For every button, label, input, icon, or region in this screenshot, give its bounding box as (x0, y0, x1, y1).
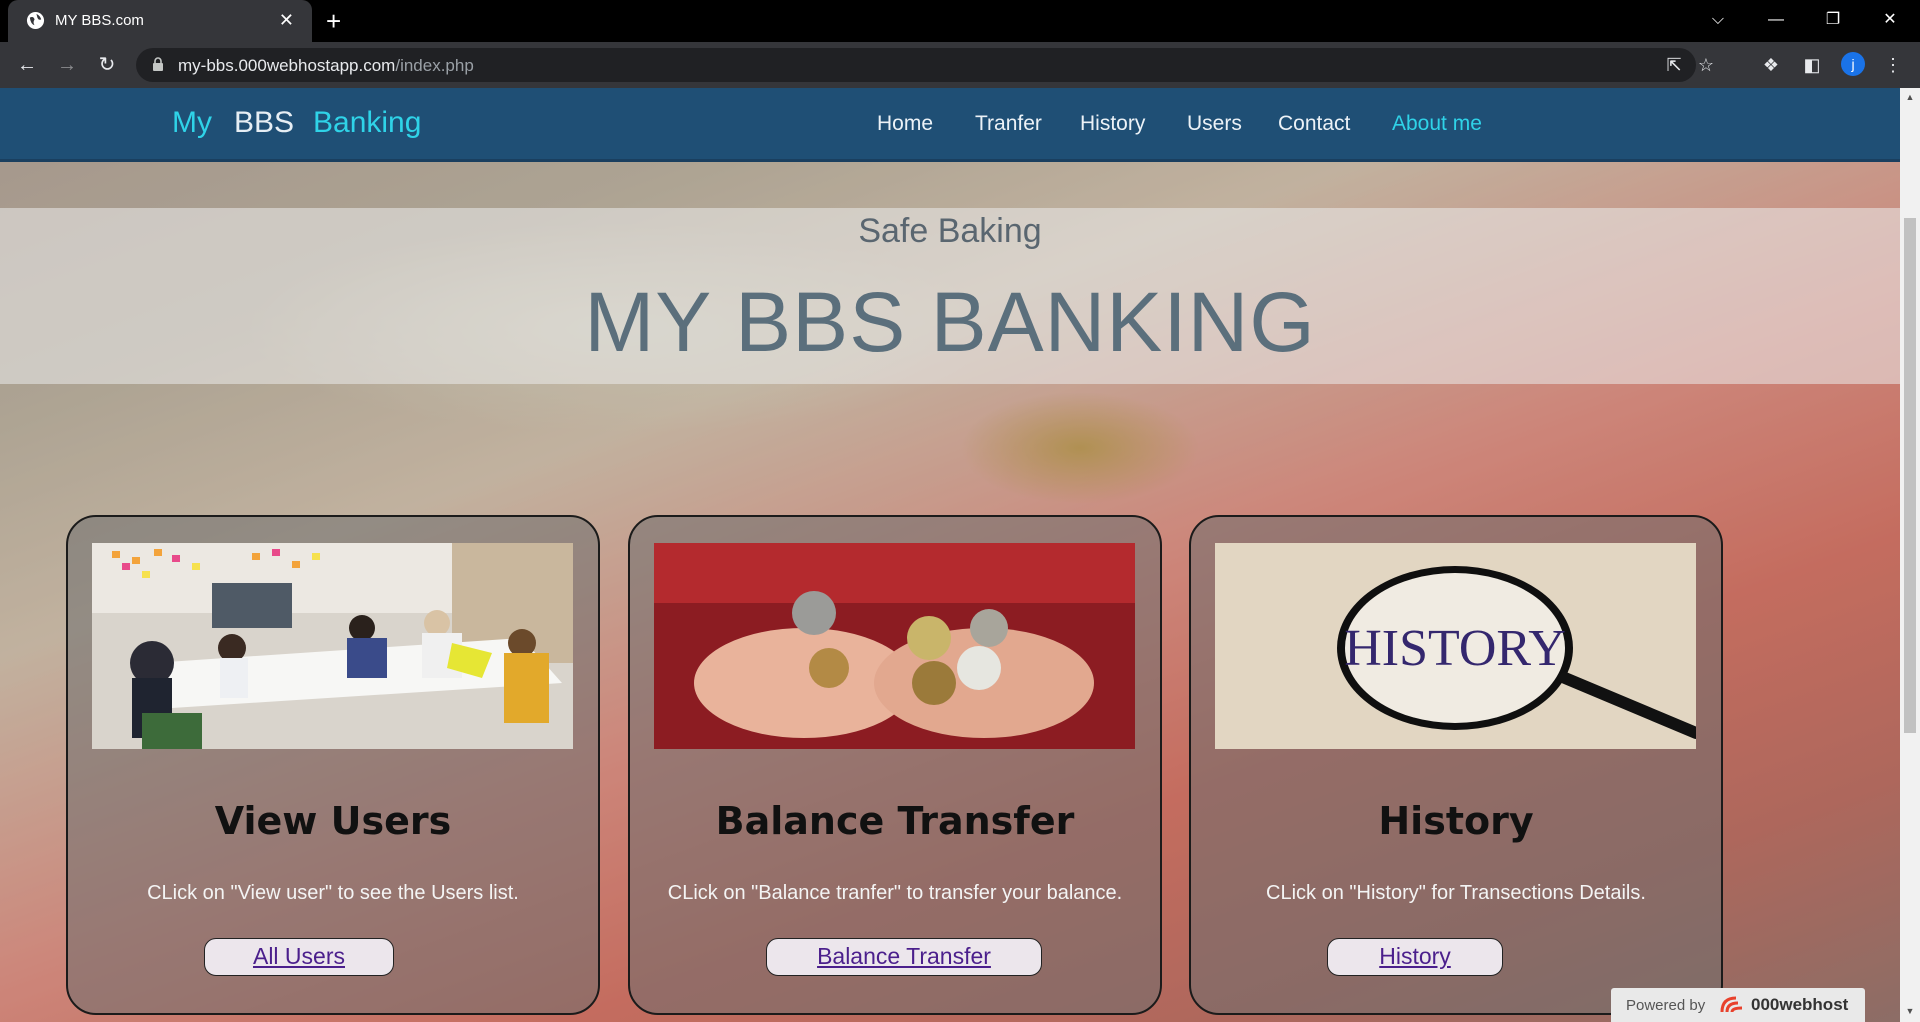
card-balance-transfer: Balance Transfer CLick on "Balance tranf… (628, 515, 1162, 1015)
profile-avatar[interactable]: j (1841, 52, 1865, 76)
menu-icon[interactable]: ⋮ (1881, 53, 1905, 77)
minimize-icon[interactable]: — (1748, 0, 1804, 42)
brand-banking[interactable]: Banking (313, 106, 421, 140)
history-button[interactable]: History (1327, 938, 1503, 976)
lock-icon (153, 57, 163, 71)
history-magnifier-text: HISTORY (1344, 620, 1566, 677)
nav-users[interactable]: Users (1187, 112, 1242, 136)
nav-contact[interactable]: Contact (1278, 112, 1350, 136)
card-title: Balance Transfer (715, 799, 1075, 843)
share-icon[interactable]: ⇱ (1662, 54, 1686, 78)
nav-about-me[interactable]: About me (1392, 112, 1482, 136)
globe-icon (26, 11, 45, 30)
address-bar[interactable]: my-bbs.000webhostapp.com/index.php ⇱ ☆ (136, 48, 1714, 82)
card-text: CLick on "View user" to see the Users li… (147, 882, 519, 904)
browser-toolbar: ← → ↻ my-bbs.000webhostapp.com/index.php… (0, 42, 1920, 88)
card-text: CLick on "Balance tranfer" to transfer y… (667, 882, 1123, 904)
browser-tab[interactable]: MY BBS.com ✕ (8, 0, 312, 42)
webhost-logo-icon (1720, 996, 1743, 1013)
all-users-button[interactable]: All Users (204, 938, 394, 976)
tab-search-icon[interactable]: ⌵ (1690, 0, 1746, 42)
restore-icon[interactable]: ❐ (1805, 0, 1861, 42)
scroll-down-icon[interactable]: ▼ (1900, 1006, 1920, 1016)
back-icon[interactable]: ← (13, 51, 41, 79)
balance-transfer-button[interactable]: Balance Transfer (766, 938, 1042, 976)
reload-icon[interactable]: ↻ (93, 51, 121, 79)
powered-by-brand: 000webhost (1751, 995, 1849, 1014)
nav-home[interactable]: Home (877, 112, 933, 136)
nav-history[interactable]: History (1080, 112, 1145, 136)
nav-transfer[interactable]: Tranfer (975, 112, 1042, 136)
url-text[interactable]: my-bbs.000webhostapp.com/index.php (178, 56, 474, 76)
window-close-icon[interactable]: ✕ (1862, 0, 1918, 42)
page-scrollbar[interactable]: ▲ ▼ (1900, 88, 1920, 1022)
coins-in-hands-image (654, 543, 1135, 749)
hero-title: MY BBS BANKING (584, 275, 1316, 369)
brand-my[interactable]: My (172, 106, 212, 140)
card-view-users: View Users CLick on "View user" to see t… (66, 515, 600, 1015)
powered-by-label: Powered by (1626, 997, 1706, 1014)
brand-bbs[interactable]: BBS (234, 106, 294, 140)
scrollbar-thumb[interactable] (1904, 218, 1916, 733)
scroll-up-icon[interactable]: ▲ (1900, 92, 1920, 102)
office-team-image (92, 543, 573, 749)
forward-icon[interactable]: → (53, 51, 81, 79)
card-title: View Users (214, 799, 452, 843)
side-panel-icon[interactable]: ◧ (1800, 53, 1824, 77)
tab-close-icon[interactable]: ✕ (279, 10, 294, 30)
url-path: /index.php (395, 56, 474, 75)
extensions-icon[interactable]: ❖ (1759, 53, 1783, 77)
site-navbar: My BBS Banking Home Tranfer History User… (0, 88, 1900, 162)
new-tab-icon[interactable]: + (326, 8, 341, 34)
bookmark-star-icon[interactable]: ☆ (1694, 54, 1718, 78)
tab-strip: MY BBS.com ✕ + ⌵ — ❐ ✕ (0, 0, 1920, 42)
card-text: CLick on "History" for Transections Deta… (1266, 882, 1646, 904)
card-title: History (1378, 799, 1534, 843)
tab-title: MY BBS.com (55, 12, 144, 29)
card-history: HISTORY History CLick on "History" for T… (1189, 515, 1723, 1015)
hero-subtitle: Safe Baking (858, 212, 1042, 250)
url-host: my-bbs.000webhostapp.com (178, 56, 396, 75)
history-magnifier-image: HISTORY (1215, 543, 1696, 749)
powered-by-badge[interactable]: Powered by 000webhost (1611, 988, 1865, 1022)
page-viewport: My BBS Banking Home Tranfer History User… (0, 88, 1900, 1022)
